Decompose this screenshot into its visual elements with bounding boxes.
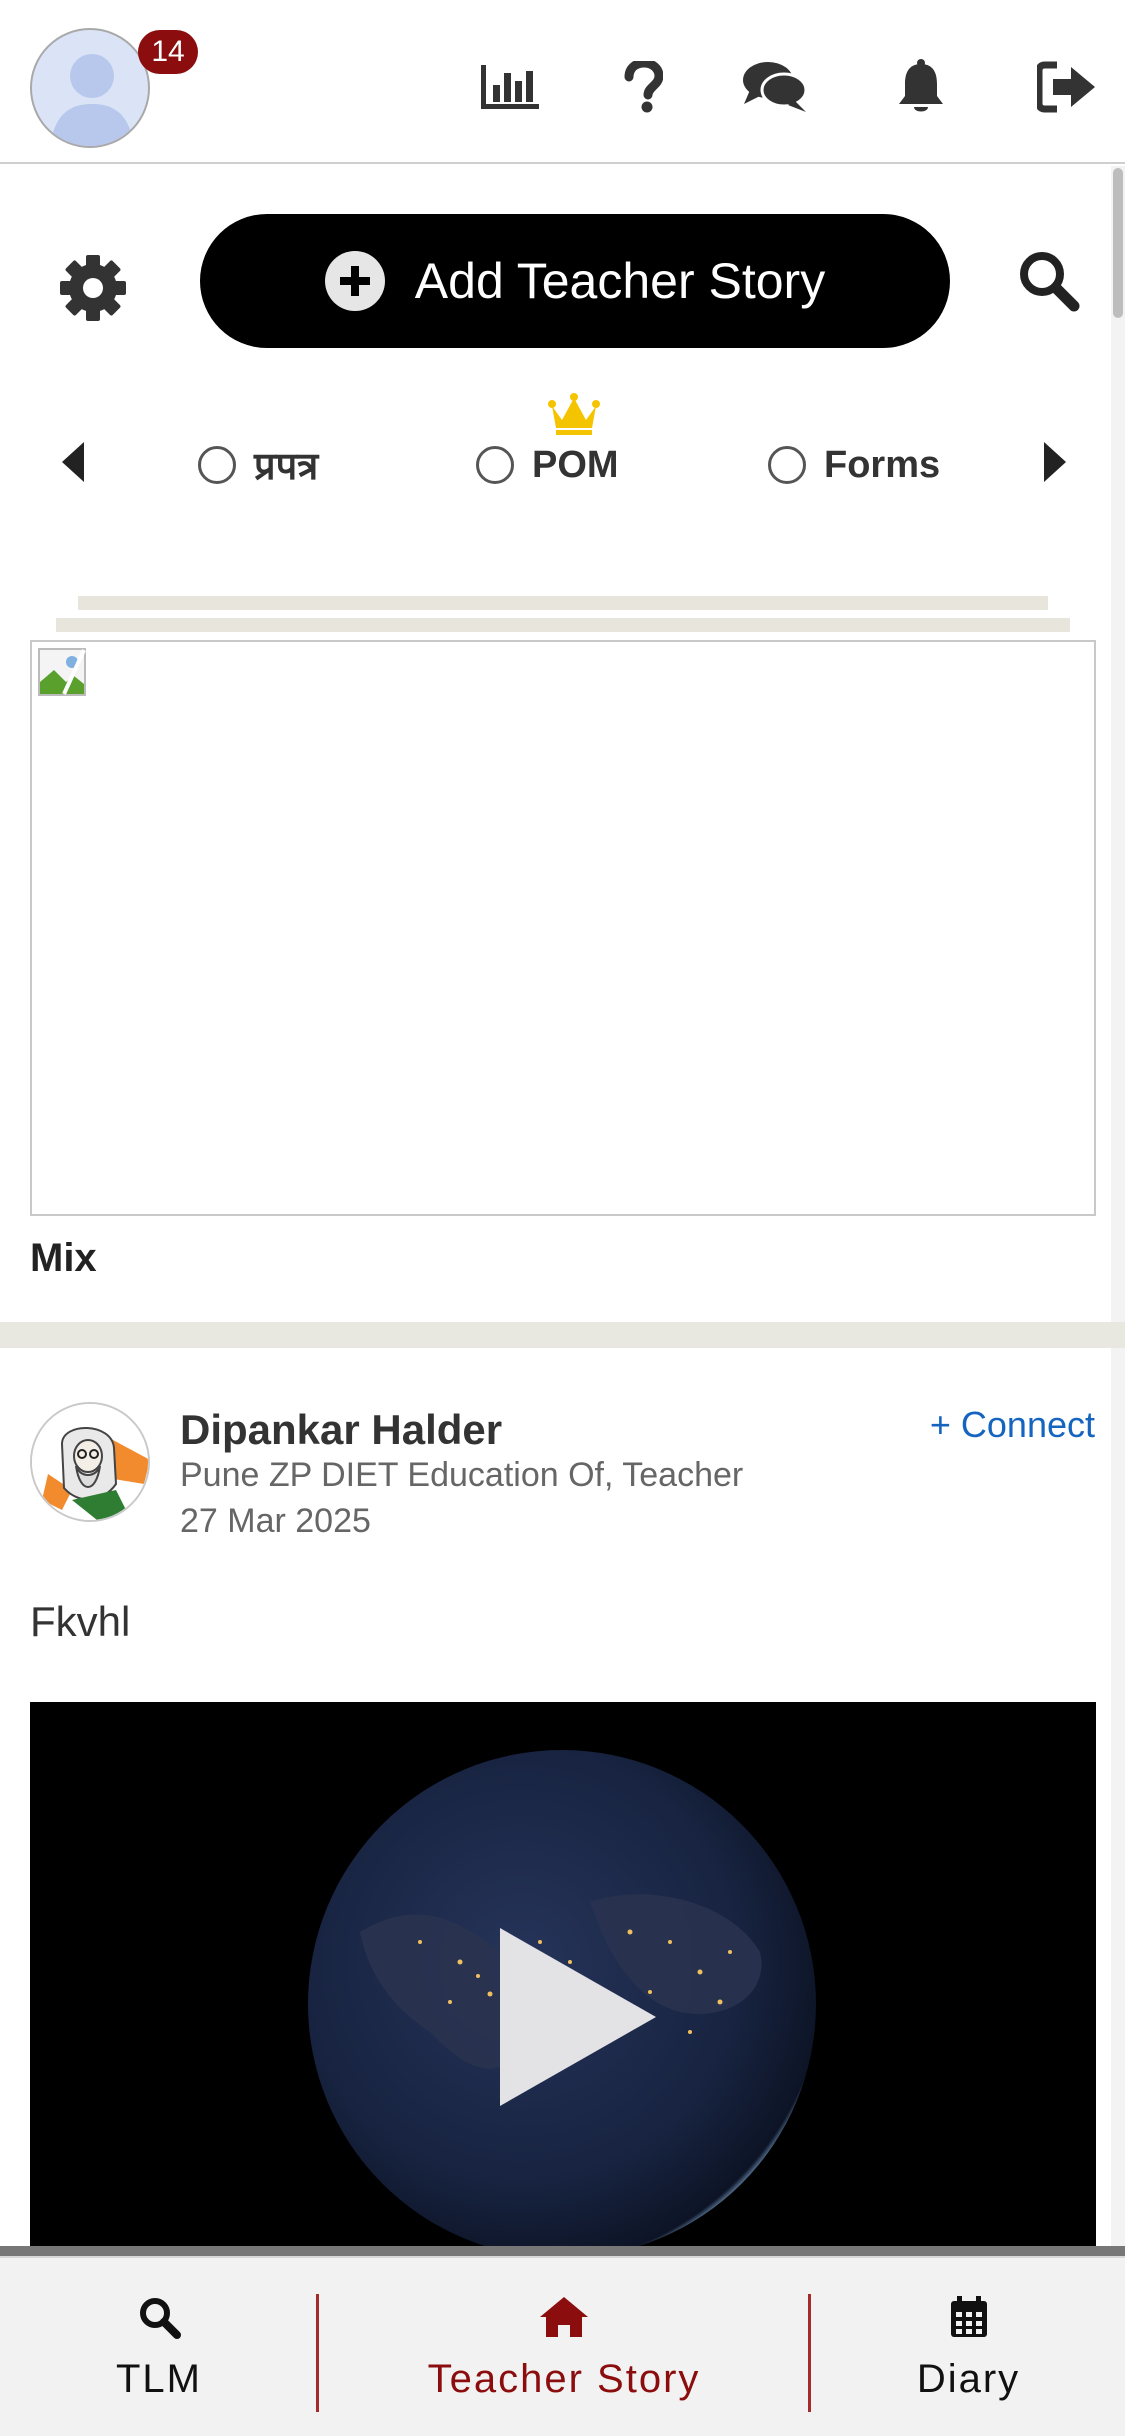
nav-separator (808, 2294, 811, 2412)
search-icon[interactable] (1016, 248, 1086, 318)
nav-diary[interactable]: Diary (812, 2258, 1125, 2436)
scrollbar-thumb[interactable] (1113, 168, 1123, 318)
chart-icon[interactable] (475, 52, 545, 122)
author-portrait-image (32, 1404, 148, 1520)
search-icon (140, 2297, 181, 2339)
calendar-icon (950, 2295, 987, 2337)
radio-button[interactable] (198, 446, 236, 484)
add-teacher-story-button[interactable]: Add Teacher Story (200, 214, 950, 348)
card-stack-edge (56, 618, 1070, 632)
section-divider (0, 1322, 1125, 1348)
notification-badge: 14 (138, 30, 198, 74)
help-icon[interactable] (608, 52, 678, 122)
filter-label: Forms (824, 443, 941, 486)
filter-label: POM (532, 443, 619, 486)
plus-circle-icon (324, 251, 385, 311)
scroll-left-arrow-icon[interactable] (58, 440, 98, 490)
post-text: Fkvhl (30, 1598, 131, 1645)
add-teacher-story-label: Add Teacher Story (414, 253, 826, 309)
scroll-right-arrow-icon[interactable] (1040, 440, 1080, 490)
featured-card-label: Mix (30, 1236, 97, 1280)
user-avatar[interactable] (30, 28, 150, 148)
nav-label: Teacher Story (427, 2356, 701, 2401)
nav-tlm[interactable]: TLM (0, 2258, 318, 2436)
bottom-navigation: TLM Teacher Story Diary (0, 2256, 1125, 2436)
nav-teacher-story[interactable]: Teacher Story (320, 2258, 808, 2436)
nav-label: Diary (916, 2356, 1021, 2401)
video-player[interactable] (30, 1702, 1096, 2248)
earth-night-video-thumbnail (30, 1702, 1096, 2248)
radio-button[interactable] (768, 446, 806, 484)
home-icon (540, 2296, 588, 2337)
post-author-subtitle: Pune ZP DIET Education Of, Teacher (180, 1456, 744, 1494)
filter-option-forms[interactable]: Forms (768, 430, 940, 500)
person-silhouette-icon (50, 54, 134, 146)
featured-image-card[interactable] (30, 640, 1096, 1216)
chat-icon[interactable] (740, 52, 810, 122)
settings-gear-icon[interactable] (58, 253, 128, 323)
post-author-name[interactable]: Dipankar Halder (180, 1406, 502, 1454)
author-avatar[interactable] (30, 1402, 150, 1522)
filter-option-prapatra[interactable]: प्रपत्र (198, 430, 318, 500)
logout-icon[interactable] (1032, 52, 1102, 122)
connect-button[interactable]: + Connect (930, 1404, 1095, 1446)
broken-image-icon (38, 648, 86, 696)
filter-label: प्रपत्र (254, 446, 319, 488)
scrollbar-track[interactable] (1111, 166, 1125, 2256)
bell-icon[interactable] (886, 52, 956, 122)
card-stack-edge (78, 596, 1048, 610)
post-date: 27 Mar 2025 (180, 1502, 371, 1540)
nav-label: TLM (116, 2356, 202, 2401)
top-header: 14 (0, 0, 1125, 164)
nav-separator (316, 2294, 319, 2412)
filter-option-pom[interactable]: POM (476, 430, 619, 500)
radio-button[interactable] (476, 446, 514, 484)
